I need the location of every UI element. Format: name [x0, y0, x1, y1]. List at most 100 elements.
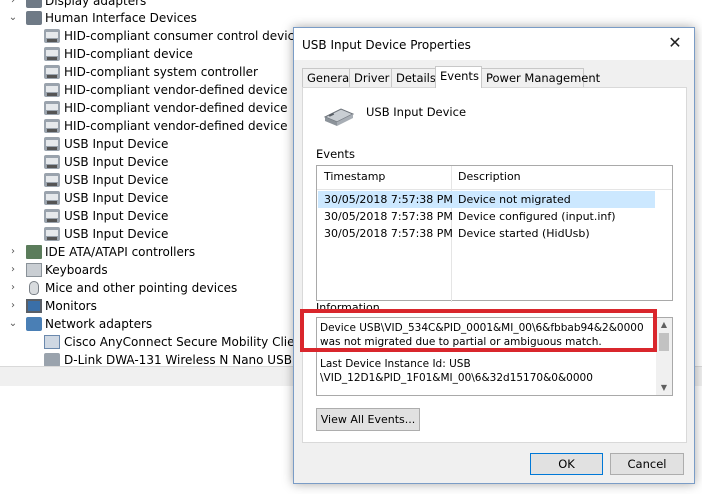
tree-item-label: Mice and other pointing devices — [45, 281, 238, 295]
tree-item-label: HID-compliant vendor-defined device — [64, 83, 288, 97]
tree-item-network-adapters[interactable]: ⌄ Network adapters — [0, 315, 300, 333]
chevron-right-icon[interactable]: › — [8, 297, 18, 315]
tree-item-hid-vendor-defined[interactable]: HID-compliant vendor-defined device — [0, 99, 300, 117]
view-all-events-button[interactable]: View All Events... — [316, 408, 420, 431]
events-tab-panel: USB Input Device Events Timestamp Descri… — [302, 87, 687, 443]
chevron-right-icon[interactable]: › — [8, 261, 18, 279]
usb-input-device-properties-dialog: USB Input Device Properties ✕ General Dr… — [293, 27, 695, 484]
tree-item-dlink-dwa131[interactable]: D-Link DWA-131 Wireless N Nano USB Adap — [0, 351, 300, 366]
tree-item-hid-vendor-defined[interactable]: HID-compliant vendor-defined device — [0, 117, 300, 135]
information-scrollbar[interactable]: ▲ ▼ — [656, 318, 672, 395]
usb-device-icon — [323, 108, 355, 126]
tree-item-label: USB Input Device — [64, 227, 169, 241]
column-header-description[interactable]: Description — [458, 166, 521, 188]
information-paragraph: Last Device Instance Id: USB \VID_12D1&P… — [320, 358, 593, 384]
tab-driver[interactable]: Driver — [349, 68, 392, 87]
event-row[interactable]: 30/05/2018 7:57:38 PM Device not migrate… — [318, 191, 655, 208]
tree-item-label: Cisco AnyConnect Secure Mobility Client … — [64, 335, 300, 349]
information-paragraph: Device USB\VID_534C&PID_0001&MI_00\6&fbb… — [320, 322, 644, 348]
chevron-right-icon[interactable]: › — [8, 279, 18, 297]
tree-item-hid-system-controller[interactable]: HID-compliant system controller — [0, 63, 300, 81]
scroll-up-icon[interactable]: ▲ — [656, 318, 672, 332]
event-description: Device configured (input.inf) — [458, 210, 616, 223]
hid-device-icon — [44, 191, 60, 205]
tree-item-hid-vendor-defined[interactable]: HID-compliant vendor-defined device — [0, 81, 300, 99]
tree-item-label: HID-compliant system controller — [64, 65, 258, 79]
tree-item-label: USB Input Device — [64, 137, 169, 151]
tree-item-mice[interactable]: › Mice and other pointing devices — [0, 279, 300, 297]
tree-item-human-interface-devices[interactable]: ⌄ Human Interface Devices — [0, 9, 300, 27]
chevron-down-icon[interactable]: ⌄ — [8, 315, 18, 333]
monitor-icon — [26, 299, 42, 313]
hid-device-icon — [44, 119, 60, 133]
event-timestamp: 30/05/2018 7:57:38 PM — [324, 210, 453, 223]
events-list[interactable]: Timestamp Description 30/05/2018 7:57:38… — [316, 165, 673, 302]
tree-item-label: HID-compliant vendor-defined device — [64, 101, 288, 115]
hid-device-icon — [44, 29, 60, 43]
device-name: USB Input Device — [366, 105, 467, 119]
hid-device-icon — [44, 137, 60, 151]
hid-device-icon — [44, 173, 60, 187]
mouse-icon — [29, 281, 39, 295]
events-section-label: Events — [316, 147, 355, 161]
tree-item-label: USB Input Device — [64, 173, 169, 187]
tree-item-hid-consumer-control[interactable]: HID-compliant consumer control device — [0, 27, 302, 45]
ide-controller-icon — [26, 245, 42, 259]
tree-item-label: IDE ATA/ATAPI controllers — [45, 245, 196, 259]
hid-device-icon — [44, 155, 60, 169]
dialog-title: USB Input Device Properties — [302, 38, 471, 52]
tab-events[interactable]: Events — [435, 66, 482, 88]
column-header-timestamp[interactable]: Timestamp — [324, 166, 385, 188]
tree-item-cisco-anyconnect[interactable]: Cisco AnyConnect Secure Mobility Client … — [0, 333, 300, 351]
chevron-down-icon[interactable]: ⌄ — [8, 9, 18, 27]
tab-power-management[interactable]: Power Management — [481, 68, 600, 87]
network-card-icon — [44, 353, 60, 366]
network-card-icon — [44, 335, 60, 349]
tree-item-usb-input-device[interactable]: USB Input Device — [0, 153, 300, 171]
tree-item-label: USB Input Device — [64, 209, 169, 223]
tree-item-usb-input-device[interactable]: USB Input Device — [0, 207, 300, 225]
network-adapter-icon — [26, 317, 42, 331]
tree-item-usb-input-device[interactable]: USB Input Device — [0, 135, 300, 153]
tree-item-hid-device[interactable]: HID-compliant device — [0, 45, 300, 63]
hid-device-icon — [44, 227, 60, 241]
tree-item-label: Monitors — [45, 299, 97, 313]
keyboard-icon — [26, 263, 42, 277]
ok-button[interactable]: OK — [530, 453, 603, 475]
tree-item-usb-input-device[interactable]: USB Input Device — [0, 189, 300, 207]
information-text: Device USB\VID_534C&PID_0001&MI_00\6&fbb… — [320, 321, 654, 393]
tree-item-usb-input-device[interactable]: USB Input Device — [0, 225, 300, 243]
cancel-button[interactable]: Cancel — [610, 453, 684, 475]
tree-item-usb-input-device[interactable]: USB Input Device — [0, 171, 300, 189]
event-row[interactable]: 30/05/2018 7:57:38 PM Device started (Hi… — [318, 225, 655, 242]
tree-item-label: Network adapters — [45, 317, 153, 331]
tree-item-label: Keyboards — [45, 263, 108, 277]
tree-item-label: HID-compliant device — [64, 47, 193, 61]
event-timestamp: 30/05/2018 7:57:38 PM — [324, 193, 453, 206]
hid-device-icon — [44, 83, 60, 97]
tree-item-label: D-Link DWA-131 Wireless N Nano USB Adap — [64, 353, 300, 366]
display-adapter-icon — [26, 0, 42, 8]
tree-item-monitors[interactable]: › Monitors — [0, 297, 300, 315]
scrollbar-thumb[interactable] — [659, 333, 669, 351]
information-textbox[interactable]: Device USB\VID_534C&PID_0001&MI_00\6&fbb… — [316, 317, 673, 396]
hid-device-icon — [44, 65, 60, 79]
tree-item-label: Human Interface Devices — [45, 11, 197, 25]
event-row[interactable]: 30/05/2018 7:57:38 PM Device configured … — [318, 208, 655, 225]
tree-item-ide-controllers[interactable]: › IDE ATA/ATAPI controllers — [0, 243, 300, 261]
hid-device-icon — [44, 47, 60, 61]
hid-device-icon — [44, 101, 60, 115]
scroll-down-icon[interactable]: ▼ — [656, 381, 672, 395]
tree-item-keyboards[interactable]: › Keyboards — [0, 261, 300, 279]
information-label: Information — [316, 301, 380, 314]
chevron-right-icon[interactable]: › — [8, 243, 18, 261]
close-icon[interactable]: ✕ — [664, 32, 686, 54]
event-description: Device started (HidUsb) — [458, 227, 590, 240]
title-bar[interactable]: USB Input Device Properties ✕ — [294, 28, 694, 60]
tab-details[interactable]: Details — [391, 68, 436, 87]
tree-item-label: HID-compliant vendor-defined device — [64, 119, 288, 133]
tab-general[interactable]: General — [302, 68, 352, 87]
hid-device-icon — [44, 209, 60, 223]
tree-item-label: HID-compliant consumer control device — [64, 29, 302, 43]
tree-item-label: USB Input Device — [64, 191, 169, 205]
